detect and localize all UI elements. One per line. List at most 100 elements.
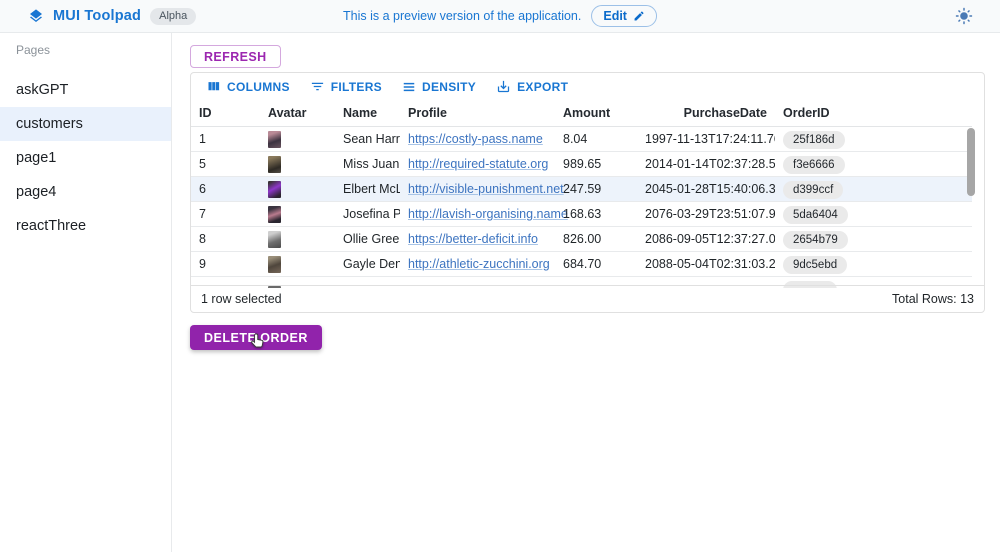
cell-purchasedate: 2086-09-05T12:37:27.015Z [645,232,775,246]
columns-button-label: COLUMNS [227,80,290,94]
order-chip: f3e6666 [783,156,845,174]
avatar-image [268,156,281,173]
avatar [260,206,335,223]
filters-button[interactable]: FILTERS [303,76,389,97]
sidebar-item-customers[interactable]: customers [0,107,171,141]
cell-amount: 684.70 [555,257,645,271]
cell-orderid: 5da6404 [775,205,972,224]
sidebar-item-page1[interactable]: page1 [0,141,171,175]
cell-purchasedate: 2014-01-14T02:37:28.536Z [645,157,775,171]
alpha-badge: Alpha [150,8,196,25]
avatar [260,181,335,198]
page-nav: askGPT customers page1 page4 reactThree [0,73,171,243]
avatar-image [268,231,281,248]
cell-id: 1 [191,132,260,146]
toolpad-logo-icon [28,8,44,24]
cell-name: Sean Harris [335,132,400,146]
order-chip: 2654b79 [783,231,848,249]
order-chip: d399ccf [783,181,843,199]
edit-button[interactable]: Edit [591,5,657,27]
refresh-button[interactable]: REFRESH [190,45,281,68]
grid-rows: 1 Sean Harris https://costly-pass.name 8… [191,127,972,288]
cell-id: 8 [191,232,260,246]
avatar [260,131,335,148]
grid-footer: 1 row selected Total Rows: 13 [191,285,984,312]
order-chip: 25f186d [783,131,845,149]
avatar [260,156,335,173]
edit-button-label: Edit [603,9,627,23]
table-row[interactable]: 9 Gayle Den… http://athletic-zucchini.or… [191,252,972,277]
cell-id: 5 [191,157,260,171]
cell-amount: 8.04 [555,132,645,146]
export-button[interactable]: EXPORT [489,76,575,97]
profile-link[interactable]: http://visible-punishment.net [400,182,555,196]
sun-icon [955,7,973,25]
profile-link[interactable]: http://lavish-organising.name [400,207,555,221]
cell-name: Josefina P… [335,207,400,221]
sidebar-item-label: reactThree [16,218,86,234]
cell-orderid: d399ccf [775,180,972,199]
sidebar-item-label: customers [16,116,83,132]
avatar-image [268,181,281,198]
sidebar-item-label: askGPT [16,82,68,98]
cell-id: 7 [191,207,260,221]
columns-icon [206,79,221,94]
filter-icon [310,79,325,94]
brand: MUI Toolpad Alpha [0,8,196,25]
data-grid: COLUMNS FILTERS DENSITY EXPORT ID Avatar… [190,72,985,313]
column-header-row: ID Avatar Name Profile Amount PurchaseDa… [191,100,972,127]
cell-name: Elbert McL… [335,182,400,196]
export-download-icon [496,79,511,94]
cell-orderid: 25f186d [775,130,972,149]
density-icon [402,80,416,94]
cell-purchasedate: 2088-05-04T02:31:03.294Z [645,257,775,271]
cell-amount: 826.00 [555,232,645,246]
density-button[interactable]: DENSITY [395,77,483,97]
theme-toggle-button[interactable] [955,7,973,25]
avatar [260,256,335,273]
cell-name: Miss Juan … [335,157,400,171]
cell-id: 9 [191,257,260,271]
avatar [260,231,335,248]
cell-purchasedate: 2045-01-28T15:40:06.325Z [645,182,775,196]
grid-toolbar: COLUMNS FILTERS DENSITY EXPORT [191,73,984,100]
density-button-label: DENSITY [422,80,476,94]
column-header-purchasedate[interactable]: PurchaseDate [645,106,775,120]
cell-purchasedate: 1997-11-13T17:24:11.769Z [645,132,775,146]
app-window: MUI Toolpad Alpha This is a preview vers… [0,0,1000,552]
cell-amount: 168.63 [555,207,645,221]
delete-order-button[interactable]: DELETE ORDER [190,325,322,350]
cell-purchasedate: 2076-03-29T23:51:07.968Z [645,207,775,221]
column-header-orderid[interactable]: OrderID [775,106,972,120]
cell-id: 6 [191,182,260,196]
profile-link[interactable]: https://costly-pass.name [400,132,555,146]
table-row[interactable]: 5 Miss Juan … http://required-statute.or… [191,152,972,177]
sidebar-item-page4[interactable]: page4 [0,175,171,209]
pages-section-label: Pages [0,33,171,61]
preview-banner: This is a preview version of the applica… [343,0,657,32]
sidebar-item-label: page1 [16,150,56,166]
cell-orderid: 2654b79 [775,230,972,249]
vertical-scrollbar-track[interactable] [966,128,976,288]
vertical-scrollbar-thumb[interactable] [967,128,975,196]
table-row[interactable]: 1 Sean Harris https://costly-pass.name 8… [191,127,972,152]
table-row[interactable]: 8 Ollie Green… https://better-deficit.in… [191,227,972,252]
sidebar-item-askgpt[interactable]: askGPT [0,73,171,107]
order-chip: 9dc5ebd [783,256,847,274]
profile-link[interactable]: https://better-deficit.info [400,232,555,246]
cell-amount: 989.65 [555,157,645,171]
avatar-image [268,131,281,148]
table-row-selected[interactable]: 6 Elbert McL… http://visible-punishment.… [191,177,972,202]
column-header-profile[interactable]: Profile [400,106,555,120]
table-row[interactable]: 7 Josefina P… http://lavish-organising.n… [191,202,972,227]
cell-name: Gayle Den… [335,257,400,271]
column-header-id[interactable]: ID [191,106,260,120]
column-header-name[interactable]: Name [335,106,400,120]
column-header-avatar[interactable]: Avatar [260,106,335,120]
profile-link[interactable]: http://required-statute.org [400,157,555,171]
profile-link[interactable]: http://athletic-zucchini.org [400,257,555,271]
app-title: MUI Toolpad [53,8,141,24]
column-header-amount[interactable]: Amount [555,106,645,120]
sidebar-item-reactthree[interactable]: reactThree [0,209,171,243]
columns-button[interactable]: COLUMNS [199,76,297,97]
